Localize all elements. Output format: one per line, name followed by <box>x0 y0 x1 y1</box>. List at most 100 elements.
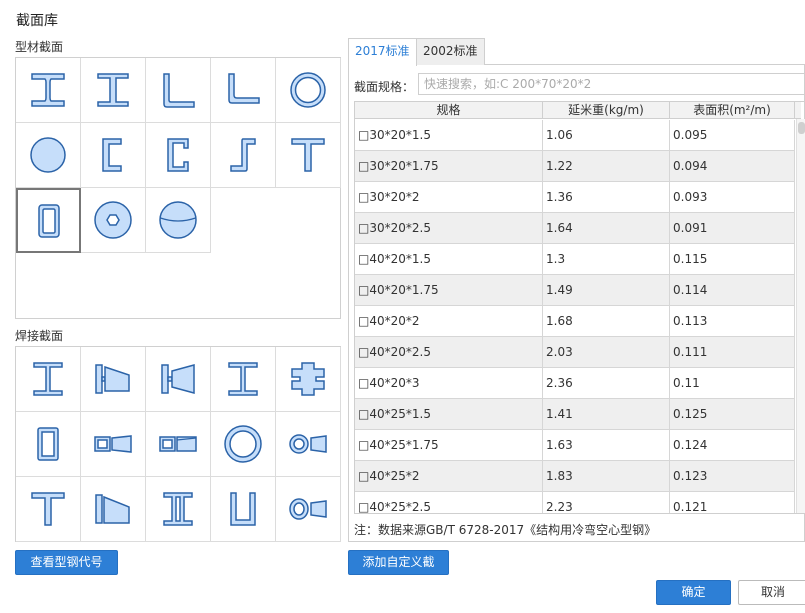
spec-table: 规格 延米重(kg/m) 表面积(m²/m) □30*20*1.5 1.06 0.0… <box>354 101 805 514</box>
cell-spec: □30*20*1.75 <box>355 151 543 182</box>
cell-weight: 1.06 <box>543 120 670 151</box>
cell-spec: □40*25*2 <box>355 461 543 492</box>
table-row[interactable]: □40*20*1.75 1.49 0.114 <box>355 275 795 306</box>
cell-surface-area: 0.115 <box>670 244 795 275</box>
cell-surface-area: 0.111 <box>670 337 795 368</box>
cell-spec: □40*20*1.5 <box>355 244 543 275</box>
table-row[interactable]: □30*20*1.5 1.06 0.095 <box>355 120 795 151</box>
scrollbar-thumb[interactable] <box>798 122 805 134</box>
header-weight[interactable]: 延米重(kg/m) <box>543 102 670 119</box>
table-scrollbar[interactable] <box>796 119 805 513</box>
lipped-channel-icon <box>167 138 189 172</box>
cell-spec: □40*20*1.75 <box>355 275 543 306</box>
profile-cell-channel[interactable] <box>81 123 146 188</box>
welded-section-label: 焊接截面 <box>15 329 64 343</box>
z-section-icon <box>230 138 256 172</box>
table-row[interactable]: □40*20*3 2.36 0.11 <box>355 368 795 399</box>
welded-section-grid <box>15 346 341 542</box>
table-row[interactable]: □40*20*2 1.68 0.113 <box>355 306 795 337</box>
welded-cell-tapered-h-beam[interactable] <box>146 347 211 412</box>
tab-2017-standard[interactable]: 2017标准 <box>348 38 417 66</box>
tapered-tee-icon <box>95 494 130 524</box>
profile-cell-circular-tube[interactable] <box>276 58 341 123</box>
tapered-i-beam-icon <box>95 364 130 394</box>
table-row[interactable]: □40*20*1.5 1.3 0.115 <box>355 244 795 275</box>
welded-cell-tapered-ellipse[interactable] <box>276 477 341 542</box>
profile-cell-round-bar[interactable] <box>16 123 81 188</box>
table-header: 规格 延米重(kg/m) 表面积(m²/m) <box>355 102 801 119</box>
table-row[interactable]: □40*25*2.5 2.23 0.121 <box>355 492 795 513</box>
table-row[interactable]: □40*25*2 1.83 0.123 <box>355 461 795 492</box>
profile-cell-rectangular-tube[interactable] <box>16 188 81 253</box>
cell-surface-area: 0.123 <box>670 461 795 492</box>
welded-cell-welded-circular-tube[interactable] <box>211 412 276 477</box>
profile-cell-h-beam[interactable] <box>81 58 146 123</box>
profile-cell-i-beam[interactable] <box>16 58 81 123</box>
header-spec[interactable]: 规格 <box>355 102 543 119</box>
double-channel-icon <box>163 492 193 526</box>
welded-cell-tapered-i-beam[interactable] <box>81 347 146 412</box>
split-sphere-icon <box>159 201 197 239</box>
round-bar-icon <box>30 137 66 173</box>
cell-surface-area: 0.093 <box>670 182 795 213</box>
tapered-h-beam-icon <box>161 364 195 394</box>
cell-surface-area: 0.11 <box>670 368 795 399</box>
cell-weight: 2.23 <box>543 492 670 513</box>
cell-spec: □40*25*2.5 <box>355 492 543 513</box>
welded-cell-tapered-box-double[interactable] <box>146 412 211 477</box>
profile-cell-lipped-channel[interactable] <box>146 123 211 188</box>
cell-weight: 1.22 <box>543 151 670 182</box>
cell-surface-area: 0.091 <box>670 213 795 244</box>
cell-weight: 1.68 <box>543 306 670 337</box>
cell-surface-area: 0.125 <box>670 399 795 430</box>
cell-spec: □30*20*2.5 <box>355 213 543 244</box>
welded-cell-tapered-circular-tube[interactable] <box>276 412 341 477</box>
welded-cell-tapered-tee[interactable] <box>81 477 146 542</box>
data-source-note: 注：数据来源GB/T 6728-2017《结构用冷弯空心型钢》 <box>354 523 657 537</box>
cancel-button[interactable]: 取消 <box>738 580 805 605</box>
add-custom-section-button[interactable]: 添加自定义截面 <box>348 550 449 592</box>
spec-search-input[interactable] <box>418 73 805 95</box>
cell-weight: 1.63 <box>543 430 670 461</box>
profile-cell-split-sphere[interactable] <box>146 188 211 253</box>
table-row[interactable]: □30*20*2 1.36 0.093 <box>355 182 795 213</box>
cell-spec: □40*20*2.5 <box>355 337 543 368</box>
profile-cell-hexagon-hole-circle[interactable] <box>81 188 146 253</box>
spec-label: 截面规格： <box>354 80 415 94</box>
tapered-box-icon <box>94 435 132 453</box>
cell-spec: □40*20*2 <box>355 306 543 337</box>
welded-cell-welded-h-beam[interactable] <box>211 347 276 412</box>
profile-cell-unequal-angle[interactable] <box>211 58 276 123</box>
view-steel-codes-button[interactable]: 查看型钢代号表 <box>15 550 118 592</box>
profile-cell-z-section[interactable] <box>211 123 276 188</box>
table-row[interactable]: □30*20*2.5 1.64 0.091 <box>355 213 795 244</box>
tab-2002-standard[interactable]: 2002标准 <box>416 38 485 65</box>
channel-icon <box>102 138 122 172</box>
welded-cell-double-channel[interactable] <box>146 477 211 542</box>
table-row[interactable]: □30*20*1.75 1.22 0.094 <box>355 151 795 182</box>
welded-cell-u-section[interactable] <box>211 477 276 542</box>
welded-cell-tapered-box[interactable] <box>81 412 146 477</box>
tab-content: 截面规格： 规格 延米重(kg/m) 表面积(m²/m) □30*20*1.51… <box>348 65 805 542</box>
circular-tube-icon <box>290 72 326 108</box>
profile-cell-tee-section[interactable] <box>276 123 341 188</box>
table-row[interactable]: □40*20*2.5 2.03 0.111 <box>355 337 795 368</box>
profile-section-label: 型材截面 <box>15 40 64 54</box>
header-surface-area[interactable]: 表面积(m²/m) <box>670 102 795 119</box>
table-row[interactable]: □40*25*1.5 1.41 0.125 <box>355 399 795 430</box>
welded-cell-welded-i-beam[interactable] <box>16 347 81 412</box>
cell-weight: 1.3 <box>543 244 670 275</box>
welded-cell-cross-section[interactable] <box>276 347 341 412</box>
ok-button[interactable]: 确定 <box>656 580 731 605</box>
cell-weight: 1.49 <box>543 275 670 306</box>
cell-surface-area: 0.095 <box>670 120 795 151</box>
unequal-angle-icon <box>228 73 260 104</box>
welded-circular-tube-icon <box>224 425 262 463</box>
welded-cell-welded-box[interactable] <box>16 412 81 477</box>
tee-section-icon <box>291 138 325 172</box>
cell-surface-area: 0.113 <box>670 306 795 337</box>
table-row[interactable]: □40*25*1.75 1.63 0.124 <box>355 430 795 461</box>
h-beam-icon <box>97 73 129 107</box>
profile-cell-equal-angle[interactable] <box>146 58 211 123</box>
welded-cell-welded-tee[interactable] <box>16 477 81 542</box>
